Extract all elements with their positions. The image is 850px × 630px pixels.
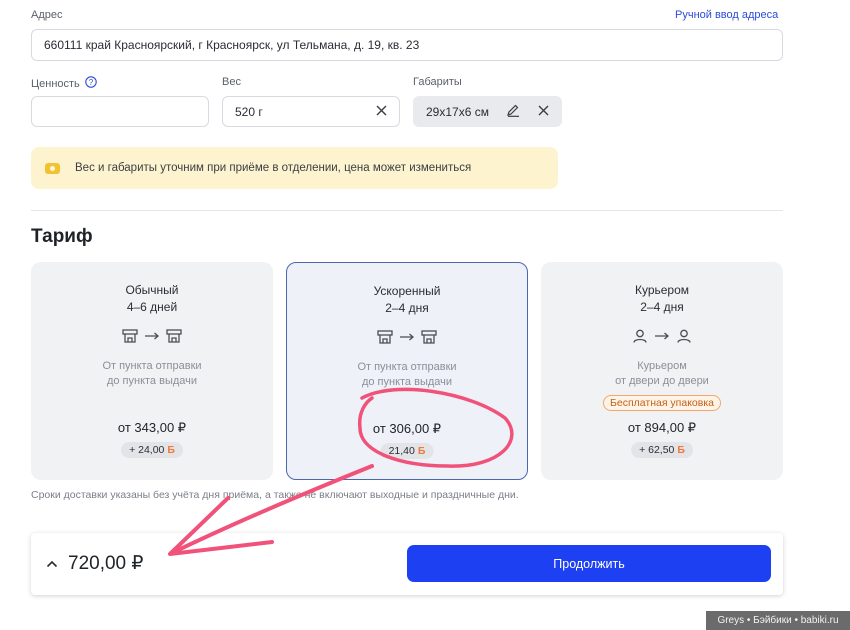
card-route: От пункта отправки до пункта выдачи bbox=[287, 360, 527, 390]
watermark: Greys • Бэйбики • babiki.ru bbox=[706, 611, 850, 630]
bonus-value: + 24,00 bbox=[129, 444, 165, 456]
manual-address-link[interactable]: Ручной ввод адреса bbox=[675, 9, 778, 21]
address-input[interactable]: 660111 край Красноярский, г Красноярск, … bbox=[31, 29, 783, 61]
tariff-card-regular[interactable]: Обычный 4–6 дней От пункта отправки до п… bbox=[31, 262, 273, 480]
arrow-right-icon bbox=[655, 332, 669, 340]
clear-dimensions-icon[interactable] bbox=[538, 105, 549, 119]
card-heading: Ускоренный 2–4 дня bbox=[287, 283, 527, 317]
pickup-point-icon bbox=[421, 330, 437, 344]
dimensions-actions bbox=[506, 104, 549, 120]
clear-weight-icon[interactable] bbox=[376, 105, 387, 119]
total-price: 720,00 ₽ bbox=[68, 553, 144, 574]
route-line-2: до пункта выдачи bbox=[361, 376, 453, 388]
person-icon bbox=[677, 329, 691, 343]
address-value: 660111 край Красноярский, г Красноярск, … bbox=[44, 38, 420, 52]
weight-label: Вес bbox=[222, 76, 241, 88]
card-route: От пункта отправки до пункта выдачи bbox=[31, 359, 273, 389]
arrow-right-icon bbox=[145, 332, 159, 340]
total-toggle[interactable]: 720,00 ₽ bbox=[46, 552, 143, 575]
card-route: Курьером от двери до двери bbox=[541, 359, 783, 389]
bonus-symbol: Б bbox=[417, 445, 426, 457]
notice-text: Вес и габариты уточним при приёме в отде… bbox=[75, 162, 472, 174]
address-label: Адрес bbox=[31, 9, 63, 21]
card-days: 4–6 дней bbox=[126, 300, 178, 314]
pickup-point-icon bbox=[122, 329, 138, 343]
bonus-pill: + 24,00 Б bbox=[121, 442, 183, 458]
continue-button[interactable]: Продолжить bbox=[407, 545, 771, 582]
route-icons bbox=[541, 329, 783, 343]
card-days: 2–4 дня bbox=[640, 300, 684, 314]
dimensions-label: Габариты bbox=[413, 76, 462, 88]
delivery-footnote: Сроки доставки указаны без учёта дня при… bbox=[31, 489, 519, 501]
card-days: 2–4 дня bbox=[385, 301, 429, 315]
tariff-title: Тариф bbox=[31, 226, 93, 247]
route-line-2: до пункта выдачи bbox=[106, 375, 198, 387]
arrow-right-icon bbox=[400, 333, 414, 341]
divider bbox=[31, 210, 783, 211]
svg-text:?: ? bbox=[89, 78, 94, 87]
card-name: Ускоренный bbox=[373, 284, 441, 298]
weight-input[interactable]: 520 г bbox=[222, 96, 400, 127]
free-packaging-badge: Бесплатная упаковка bbox=[602, 395, 722, 411]
bonus-value: 21,40 bbox=[388, 445, 415, 457]
route-line-1: От пункта отправки bbox=[102, 360, 202, 372]
card-price: от 343,00 ₽ bbox=[117, 420, 187, 435]
card-name: Курьером bbox=[634, 283, 690, 297]
pickup-point-icon bbox=[166, 329, 182, 343]
card-heading: Обычный 4–6 дней bbox=[31, 282, 273, 316]
route-line-2: от двери до двери bbox=[615, 375, 709, 387]
card-price: от 306,00 ₽ bbox=[372, 421, 442, 436]
chevron-up-icon bbox=[46, 560, 58, 567]
route-icons bbox=[31, 329, 273, 343]
dimensions-value: 29x17x6 см bbox=[426, 104, 489, 119]
bonus-pill: 21,40 Б bbox=[380, 443, 434, 459]
edit-pencil-icon[interactable] bbox=[506, 104, 520, 120]
info-icon bbox=[45, 162, 60, 174]
card-price: от 894,00 ₽ bbox=[627, 420, 697, 435]
bonus-value: + 62,50 bbox=[639, 444, 675, 456]
value-label-row: Ценность ? bbox=[31, 76, 97, 91]
pickup-point-icon bbox=[377, 330, 393, 344]
checkout-bar: 720,00 ₽ Продолжить bbox=[31, 533, 783, 595]
route-line-1: От пункта отправки bbox=[357, 361, 457, 373]
weight-value: 520 г bbox=[235, 104, 263, 119]
notice-banner: Вес и габариты уточним при приёме в отде… bbox=[31, 147, 558, 189]
bonus-symbol: Б bbox=[167, 444, 175, 456]
card-heading: Курьером 2–4 дня bbox=[541, 282, 783, 316]
route-icons bbox=[287, 330, 527, 344]
value-input[interactable] bbox=[31, 96, 209, 127]
card-name: Обычный bbox=[125, 283, 179, 297]
tariff-card-courier[interactable]: Курьером 2–4 дня Курьером от двери до дв… bbox=[541, 262, 783, 480]
route-line-1: Курьером bbox=[637, 360, 687, 372]
value-label: Ценность bbox=[31, 77, 80, 90]
tariff-card-express[interactable]: Ускоренный 2–4 дня От пункта отправки до… bbox=[286, 262, 528, 480]
person-icon bbox=[633, 329, 647, 343]
dimensions-input[interactable]: 29x17x6 см bbox=[413, 96, 562, 127]
bonus-symbol: Б bbox=[677, 444, 685, 456]
help-icon[interactable]: ? bbox=[85, 76, 97, 91]
bonus-pill: + 62,50 Б bbox=[631, 442, 693, 458]
